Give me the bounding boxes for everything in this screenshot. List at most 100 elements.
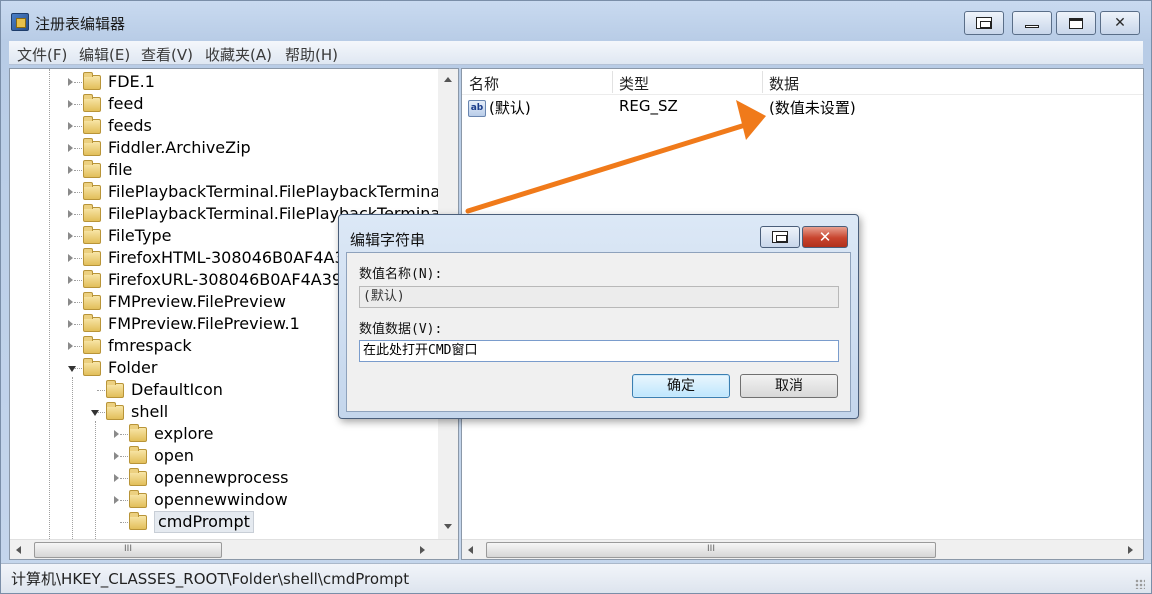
tree-item-label: feeds (108, 116, 152, 135)
tree-item-label: FileType (108, 226, 172, 245)
menu-file[interactable]: 文件(F) (17, 44, 67, 65)
expand-arrow-icon[interactable] (68, 320, 73, 328)
tree-connector (120, 456, 128, 457)
expand-arrow-icon[interactable] (114, 474, 119, 482)
value-data: (数值未设置) (769, 99, 856, 117)
status-path: 计算机\HKEY_CLASSES_ROOT\Folder\shell\cmdPr… (11, 570, 410, 588)
column-separator[interactable] (762, 71, 763, 93)
tree-item[interactable]: Fiddler.ArchiveZip (10, 137, 438, 159)
expand-arrow-icon[interactable] (68, 254, 73, 262)
tree-scroll-thumb[interactable]: III (34, 542, 222, 558)
expand-arrow-icon[interactable] (68, 342, 73, 350)
tree-item[interactable]: FilePlaybackTerminal.FilePlaybackTermina… (10, 181, 445, 203)
expand-arrow-icon[interactable] (114, 430, 119, 438)
expand-arrow-icon[interactable] (68, 166, 73, 174)
tree-item-label: FDE.1 (108, 72, 155, 91)
minimize-button[interactable] (1012, 11, 1052, 35)
ok-button[interactable]: 确定 (632, 374, 730, 398)
folder-icon (83, 226, 101, 244)
close-icon: ✕ (1114, 15, 1126, 31)
collapse-arrow-icon[interactable] (68, 366, 76, 372)
collapse-arrow-icon[interactable] (91, 410, 99, 416)
expand-arrow-icon[interactable] (68, 144, 73, 152)
expand-arrow-icon[interactable] (68, 100, 73, 108)
menu-help[interactable]: 帮助(H) (285, 44, 338, 65)
scroll-up-arrow-icon[interactable] (444, 77, 452, 82)
tree-item-label: opennewwindow (154, 490, 288, 509)
scroll-down-arrow-icon[interactable] (444, 524, 452, 529)
value-data-label: 数值数据(V): (359, 322, 443, 337)
tree-connector (74, 170, 82, 171)
folder-icon (83, 270, 101, 288)
scroll-right-arrow-icon[interactable] (1128, 546, 1133, 554)
tree-connector (74, 258, 82, 259)
tree-connector (74, 236, 82, 237)
folder-icon (83, 116, 101, 134)
value-data-input[interactable]: 在此处打开CMD窗口 (359, 340, 839, 362)
resize-grip-icon[interactable] (1135, 579, 1145, 589)
tree-item[interactable]: opennewprocess (10, 467, 438, 489)
column-header-name[interactable]: 名称 (469, 73, 499, 94)
tree-item-label: Folder (108, 358, 158, 377)
maximize-button[interactable] (1056, 11, 1096, 35)
tree-item[interactable]: file (10, 159, 438, 181)
tree-item[interactable]: opennewwindow (10, 489, 438, 511)
column-header-data[interactable]: 数据 (769, 73, 799, 94)
tree-connector (97, 390, 105, 391)
scroll-left-arrow-icon[interactable] (16, 546, 21, 554)
tree-horizontal-scrollbar[interactable]: III (10, 539, 458, 559)
tree-item-label: cmdPrompt (154, 511, 254, 533)
tree-connector (74, 280, 82, 281)
edit-string-dialog: 编辑字符串 ✕ 数值名称(N): (默认) 数值数据(V): 在此处打开CMD窗… (338, 214, 859, 419)
ab-string-icon: ab (468, 100, 486, 117)
expand-arrow-icon[interactable] (68, 122, 73, 130)
folder-icon (83, 248, 101, 266)
registry-editor-app-icon (11, 13, 29, 31)
value-name: (默认) (489, 99, 531, 117)
dialog-close-button[interactable]: ✕ (802, 226, 848, 248)
tree-item-label: explore (154, 424, 214, 443)
menu-favorites[interactable]: 收藏夹(A) (205, 44, 272, 65)
tree-item[interactable]: explore (10, 423, 438, 445)
folder-icon (83, 336, 101, 354)
menu-view[interactable]: 查看(V) (141, 44, 193, 65)
expand-arrow-icon[interactable] (68, 232, 73, 240)
folder-icon (83, 314, 101, 332)
tree-item-label: FilePlaybackTerminal.FilePlaybackTermina… (108, 182, 445, 201)
folder-icon (106, 402, 124, 420)
tree-connector (74, 324, 82, 325)
expand-arrow-icon[interactable] (68, 298, 73, 306)
expand-arrow-icon[interactable] (68, 188, 73, 196)
folder-icon (129, 446, 147, 464)
close-button[interactable]: ✕ (1100, 11, 1140, 35)
tree-item-label: DefaultIcon (131, 380, 223, 399)
folder-icon (83, 358, 101, 376)
tree-item[interactable]: feed (10, 93, 438, 115)
column-separator[interactable] (612, 71, 613, 93)
tree-item[interactable]: feeds (10, 115, 438, 137)
tree-item-label: fmrespack (108, 336, 192, 355)
dialog-context-button[interactable] (760, 226, 800, 248)
tree-item-label: FMPreview.FilePreview (108, 292, 286, 311)
tree-item[interactable]: open (10, 445, 438, 467)
folder-icon (83, 72, 101, 90)
title-bar[interactable]: 注册表编辑器 ✕ (1, 1, 1151, 41)
status-bar: 计算机\HKEY_CLASSES_ROOT\Folder\shell\cmdPr… (1, 563, 1151, 593)
expand-arrow-icon[interactable] (114, 496, 119, 504)
expand-arrow-icon[interactable] (68, 276, 73, 284)
values-scroll-thumb[interactable]: III (486, 542, 936, 558)
expand-arrow-icon[interactable] (114, 452, 119, 460)
tree-item[interactable]: cmdPrompt (10, 511, 438, 533)
menu-edit[interactable]: 编辑(E) (79, 44, 130, 65)
scroll-left-arrow-icon[interactable] (468, 546, 473, 554)
context-window-button[interactable] (964, 11, 1004, 35)
expand-arrow-icon[interactable] (68, 210, 73, 218)
column-header-type[interactable]: 类型 (619, 73, 649, 94)
tree-item[interactable]: FDE.1 (10, 71, 438, 93)
cancel-button[interactable]: 取消 (740, 374, 838, 398)
values-horizontal-scrollbar[interactable]: III (462, 539, 1143, 559)
scroll-right-arrow-icon[interactable] (420, 546, 425, 554)
tree-connector (120, 522, 128, 523)
expand-arrow-icon[interactable] (68, 78, 73, 86)
tree-connector (74, 148, 82, 149)
